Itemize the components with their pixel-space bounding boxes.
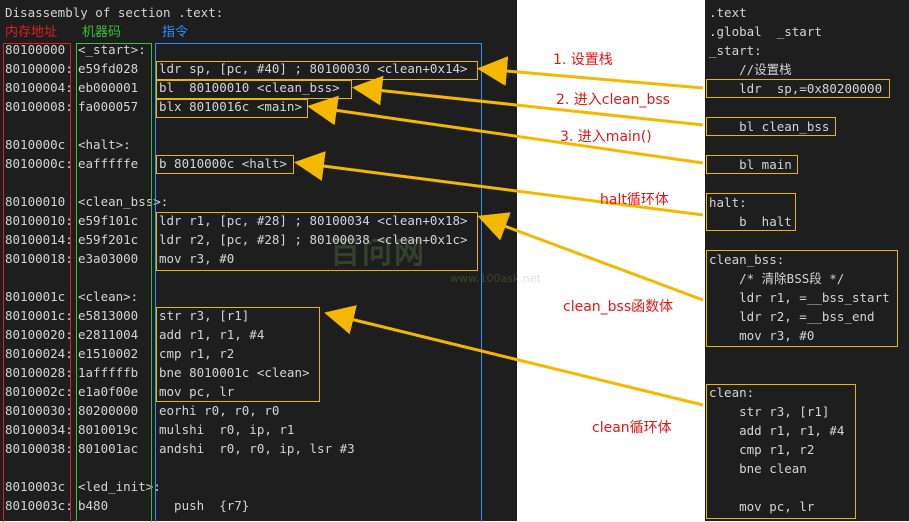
label-clean-bss-body: clean_bss函数体 [563,299,674,315]
label-set-stack: 1. 设置栈 [553,52,613,68]
arrows [294,56,704,407]
arrow-clean-bss-body [477,212,704,302]
arrow-set-stack [477,56,704,90]
label-halt-loop: halt循环体 [600,192,669,208]
arrow-clean-loop [324,305,704,407]
label-enter-main: 3. 进入main() [560,129,652,145]
label-clean-loop: clean循环体 [592,420,672,436]
label-enter-clean-bss: 2. 进入clean_bss [556,92,670,108]
